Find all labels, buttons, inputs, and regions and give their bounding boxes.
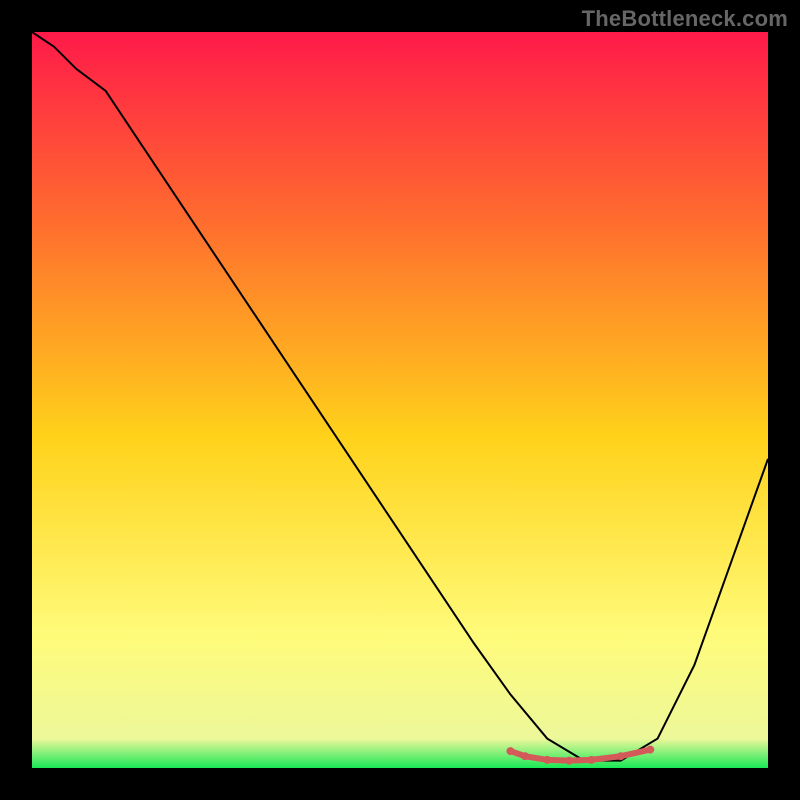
chart-container: TheBottleneck.com: [0, 0, 800, 800]
gradient-background: [32, 32, 768, 768]
watermark-text: TheBottleneck.com: [582, 6, 788, 32]
bottleneck-chart: [32, 32, 768, 768]
